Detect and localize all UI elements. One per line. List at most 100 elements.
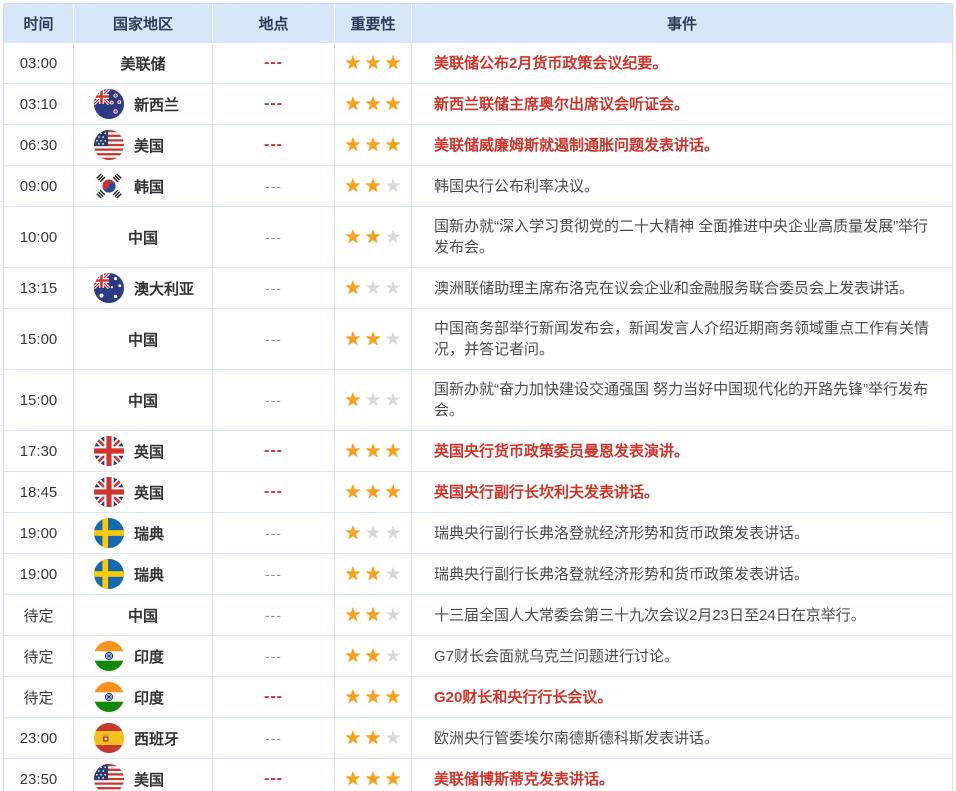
flag-gb-icon bbox=[94, 477, 124, 507]
flag-se-icon bbox=[94, 518, 124, 548]
event-cell: 英国央行货币政策委员曼恩发表演讲。 bbox=[411, 431, 952, 471]
flag-nz-icon bbox=[94, 89, 124, 119]
location-cell: --- bbox=[212, 309, 334, 369]
event-text: G20财长和央行行长会议。 bbox=[434, 687, 612, 708]
table-row[interactable]: 06:30 美国 --- ★★★ 美联储威廉姆斯就遏制通胀问题发表讲话。 bbox=[4, 124, 952, 165]
star-icon: ★ bbox=[344, 54, 361, 73]
flag-es-icon bbox=[94, 723, 124, 753]
table-row[interactable]: 待定 印度 --- ★★★ G7财长会面就乌克兰问题进行讨论。 bbox=[4, 635, 952, 676]
event-cell: 欧洲央行管委埃尔南德斯德科斯发表讲话。 bbox=[411, 718, 952, 758]
star-icon: ★ bbox=[364, 330, 381, 349]
star-icon: ★ bbox=[344, 279, 361, 298]
country-name: 韩国 bbox=[134, 176, 164, 197]
country-cell: 澳大利亚 bbox=[73, 268, 212, 308]
column-header-country: 国家地区 bbox=[73, 4, 212, 42]
event-cell: 美联储威廉姆斯就遏制通胀问题发表讲话。 bbox=[411, 125, 952, 165]
importance-stars: ★★★ bbox=[334, 513, 411, 553]
star-icon: ★ bbox=[385, 442, 402, 461]
table-row[interactable]: 10:00 中国 --- ★★★ 国新办就“深入学习贯彻党的二十大精神 全面推进… bbox=[4, 206, 952, 267]
event-cell: 国新办就“深入学习贯彻党的二十大精神 全面推进中央企业高质量发展”举行发布会。 bbox=[411, 207, 952, 267]
location-cell: --- bbox=[212, 268, 334, 308]
star-icon: ★ bbox=[385, 565, 402, 584]
importance-stars: ★★★ bbox=[334, 84, 411, 124]
event-cell: 十三届全国人大常委会第三十九次会议2月23日至24日在京举行。 bbox=[411, 595, 952, 635]
table-row[interactable]: 待定 印度 --- ★★★ G20财长和央行行长会议。 bbox=[4, 676, 952, 717]
star-icon: ★ bbox=[344, 729, 361, 748]
location-cell: --- bbox=[212, 431, 334, 471]
table-row[interactable]: 03:00 美联储 --- ★★★ 美联储公布2月货币政策会议纪要。 bbox=[4, 42, 952, 83]
table-row[interactable]: 13:15 澳大利亚 --- ★★★ 澳洲联储助理主席布洛克在议会企业和金融服务… bbox=[4, 267, 952, 308]
event-text: 欧洲央行管委埃尔南德斯德科斯发表讲话。 bbox=[434, 728, 719, 749]
star-icon: ★ bbox=[344, 770, 361, 789]
event-cell: 国新办就“奋力加快建设交通强国 努力当好中国现代化的开路先锋”举行发布会。 bbox=[411, 370, 952, 430]
country-name: 印度 bbox=[134, 687, 164, 708]
star-icon: ★ bbox=[385, 279, 402, 298]
event-cell: 美联储博斯蒂克发表讲话。 bbox=[411, 759, 952, 791]
star-icon: ★ bbox=[385, 391, 402, 410]
star-icon: ★ bbox=[385, 228, 402, 247]
event-text: 中国商务部举行新闻发布会，新闻发言人介绍近期商务领域重点工作有关情况，并答记者问… bbox=[434, 318, 936, 360]
location-cell: --- bbox=[212, 207, 334, 267]
star-icon: ★ bbox=[364, 688, 381, 707]
location-cell: --- bbox=[212, 595, 334, 635]
location-cell: --- bbox=[212, 554, 334, 594]
event-cell: G20财长和央行行长会议。 bbox=[411, 677, 952, 717]
star-icon: ★ bbox=[385, 177, 402, 196]
star-icon: ★ bbox=[385, 136, 402, 155]
country-name: 新西兰 bbox=[134, 94, 179, 115]
location-cell: --- bbox=[212, 759, 334, 791]
event-cell: 瑞典央行副行长弗洛登就经济形势和货币政策发表讲话。 bbox=[411, 554, 952, 594]
country-cell: 英国 bbox=[73, 472, 212, 512]
table-row[interactable]: 03:10 新西兰 --- ★★★ 新西兰联储主席奥尔出席议会听证会。 bbox=[4, 83, 952, 124]
table-row[interactable]: 15:00 中国 --- ★★★ 国新办就“奋力加快建设交通强国 努力当好中国现… bbox=[4, 369, 952, 430]
star-icon: ★ bbox=[364, 391, 381, 410]
star-icon: ★ bbox=[364, 279, 381, 298]
table-row[interactable]: 15:00 中国 --- ★★★ 中国商务部举行新闻发布会，新闻发言人介绍近期商… bbox=[4, 308, 952, 369]
table-row[interactable]: 18:45 英国 --- ★★★ 英国央行副行长坎利夫发表讲话。 bbox=[4, 471, 952, 512]
importance-stars: ★★★ bbox=[334, 759, 411, 791]
country-name: 西班牙 bbox=[134, 728, 179, 749]
country-name: 英国 bbox=[134, 482, 164, 503]
event-cell: 美联储公布2月货币政策会议纪要。 bbox=[411, 43, 952, 83]
star-icon: ★ bbox=[364, 136, 381, 155]
table-row[interactable]: 23:00 西班牙 --- ★★★ 欧洲央行管委埃尔南德斯德科斯发表讲话。 bbox=[4, 717, 952, 758]
star-icon: ★ bbox=[364, 177, 381, 196]
time-cell: 09:00 bbox=[4, 166, 73, 206]
country-cell: 韩国 bbox=[73, 166, 212, 206]
table-row[interactable]: 23:50 美国 --- ★★★ 美联储博斯蒂克发表讲话。 bbox=[4, 758, 952, 791]
country-cell: 中国 bbox=[73, 309, 212, 369]
star-icon: ★ bbox=[385, 483, 402, 502]
country-cell: 美国 bbox=[73, 125, 212, 165]
calendar-body: 03:00 美联储 --- ★★★ 美联储公布2月货币政策会议纪要。 03:10… bbox=[4, 42, 952, 791]
event-cell: 韩国央行公布利率决议。 bbox=[411, 166, 952, 206]
flag-gb-icon bbox=[94, 436, 124, 466]
star-icon: ★ bbox=[364, 606, 381, 625]
star-icon: ★ bbox=[385, 95, 402, 114]
table-row[interactable]: 09:00 韩国 --- ★★★ 韩国央行公布利率决议。 bbox=[4, 165, 952, 206]
time-cell: 06:30 bbox=[4, 125, 73, 165]
location-cell: --- bbox=[212, 125, 334, 165]
event-text: 瑞典央行副行长弗洛登就经济形势和货币政策发表讲话。 bbox=[434, 564, 809, 585]
location-cell: --- bbox=[212, 370, 334, 430]
country-name: 美国 bbox=[134, 135, 164, 156]
event-text: 国新办就“深入学习贯彻党的二十大精神 全面推进中央企业高质量发展”举行发布会。 bbox=[434, 216, 936, 258]
time-cell: 19:00 bbox=[4, 554, 73, 594]
star-icon: ★ bbox=[364, 95, 381, 114]
star-icon: ★ bbox=[344, 95, 361, 114]
event-text: 美联储公布2月货币政策会议纪要。 bbox=[434, 53, 667, 74]
country-name: 中国 bbox=[128, 227, 158, 248]
time-cell: 18:45 bbox=[4, 472, 73, 512]
table-header: 时间 国家地区 地点 重要性 事件 bbox=[4, 4, 952, 42]
time-cell: 23:50 bbox=[4, 759, 73, 791]
table-row[interactable]: 19:00 瑞典 --- ★★★ 瑞典央行副行长弗洛登就经济形势和货币政策发表讲… bbox=[4, 553, 952, 594]
country-cell: 英国 bbox=[73, 431, 212, 471]
country-cell: 印度 bbox=[73, 636, 212, 676]
star-icon: ★ bbox=[364, 729, 381, 748]
flag-us-icon bbox=[94, 130, 124, 160]
country-cell: 瑞典 bbox=[73, 513, 212, 553]
table-row[interactable]: 19:00 瑞典 --- ★★★ 瑞典央行副行长弗洛登就经济形势和货币政策发表讲… bbox=[4, 512, 952, 553]
table-row[interactable]: 待定 中国 --- ★★★ 十三届全国人大常委会第三十九次会议2月23日至24日… bbox=[4, 594, 952, 635]
table-row[interactable]: 17:30 英国 --- ★★★ 英国央行货币政策委员曼恩发表演讲。 bbox=[4, 430, 952, 471]
star-icon: ★ bbox=[385, 606, 402, 625]
star-icon: ★ bbox=[344, 565, 361, 584]
